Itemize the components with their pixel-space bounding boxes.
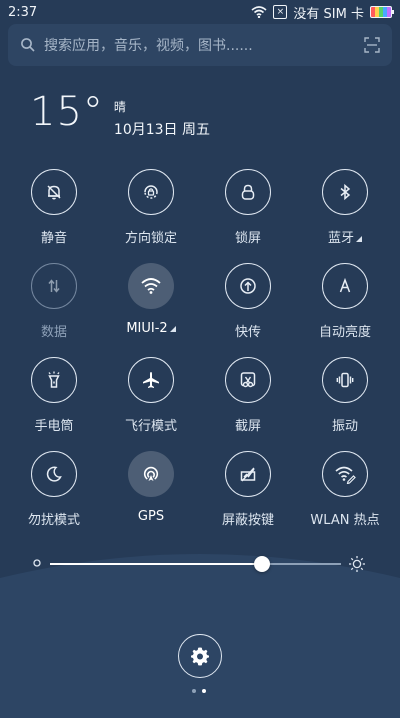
battery-icon [370,6,394,18]
sim-disabled-icon: × [273,5,288,19]
toggle-label: 飞行模式 [124,419,177,434]
toggle-label: 锁屏 [234,231,261,246]
toggle-label: 屏蔽按键 [221,513,274,528]
search-bar[interactable]: 搜索应用，音乐，视频，图书...... [8,24,392,66]
toggle-rotation-lock[interactable]: 方向锁定 [102,169,200,246]
toggle-gps[interactable]: GPS [102,451,200,524]
bluetooth-icon [322,169,368,215]
weather-condition: 晴 [113,100,126,114]
wifi-icon [251,6,267,18]
toggle-label: 勿扰模式 [27,513,80,528]
weather-widget[interactable]: 15° 晴 10月13日 周五 [30,92,210,139]
toggle-screenshot[interactable]: 截屏 [199,357,297,434]
mobile-data-icon [31,263,77,309]
toggle-bluetooth[interactable]: 蓝牙 [296,169,394,246]
toggle-wifi[interactable]: MIUI-2 [102,263,200,336]
bell-off-icon [31,169,77,215]
toggle-mobile-data[interactable]: 数据 [5,263,103,340]
toggle-label-wrap: MIUI-2 [102,321,200,336]
toggle-block-keys[interactable]: 屏蔽按键 [199,451,297,528]
toggle-label: 数据 [40,325,67,340]
control-center: 2:37 × 没有 SIM 卡 搜索应用，音乐，视频，图书...... 15° … [0,0,400,711]
scan-icon[interactable] [362,35,382,55]
gear-icon [191,647,209,666]
hotspot-icon [322,451,368,497]
more-options-icon [169,326,176,332]
toggle-silent[interactable]: 静音 [5,169,103,246]
toggle-airplane[interactable]: 飞行模式 [102,357,200,434]
toggle-auto-brightness[interactable]: 自动亮度 [296,263,394,340]
toggle-fast-transfer[interactable]: 快传 [199,263,297,340]
toggle-label-wrap: 蓝牙 [296,227,394,246]
temperature: 15° [30,89,104,135]
toggle-label: MIUI-2 [126,321,168,336]
toggle-label: WLAN 热点 [310,513,380,528]
toggle-flashlight[interactable]: 手电筒 [5,357,103,434]
weather-meta: 晴 10月13日 周五 [114,98,210,139]
toggle-label: 方向锁定 [124,231,177,246]
brightness-thumb[interactable] [254,556,271,572]
brightness-slider[interactable] [32,552,368,576]
toggle-label: 截屏 [234,419,261,434]
toggle-wlan-hotspot[interactable]: WLAN 热点 [296,451,394,528]
settings-button[interactable] [178,634,222,678]
status-bar: 2:37 × 没有 SIM 卡 [0,0,400,24]
wifi-icon [128,263,174,309]
moon-icon [31,451,77,497]
more-options-icon [356,236,362,242]
toggle-label: 静音 [40,231,67,246]
block-keys-icon [225,451,271,497]
toggle-label: 蓝牙 [327,231,354,246]
date-text: 10月13日 周五 [113,122,210,138]
status-right: × 没有 SIM 卡 [251,3,394,22]
toggle-label: 自动亮度 [318,325,371,340]
lock-icon [225,169,271,215]
screenshot-icon [225,357,271,403]
page-dot-2[interactable] [202,689,206,693]
toggle-label: 振动 [331,419,358,434]
rotation-lock-icon [128,169,174,215]
brightness-fill [50,563,263,565]
sun-large-icon [349,556,365,572]
toggle-lock-screen[interactable]: 锁屏 [199,169,297,246]
toggle-do-not-disturb[interactable]: 勿扰模式 [5,451,103,528]
search-placeholder: 搜索应用，音乐，视频，图书...... [44,38,253,54]
status-time: 2:37 [8,4,38,20]
toggle-label: 快传 [234,325,261,340]
airplane-icon [128,357,174,403]
flashlight-icon [31,357,77,403]
vibrate-icon [322,357,368,403]
auto-brightness-icon [322,263,368,309]
toggle-label: GPS [137,509,165,524]
toggle-label: 手电筒 [34,419,74,434]
page-indicator [192,689,206,693]
toggle-vibrate[interactable]: 振动 [296,357,394,434]
page-dot-1[interactable] [192,689,196,693]
search-icon [18,35,38,55]
sun-small-icon [33,559,41,567]
gps-icon [128,451,174,497]
fast-transfer-icon [225,263,271,309]
no-sim-text: 没有 SIM 卡 [293,6,364,22]
